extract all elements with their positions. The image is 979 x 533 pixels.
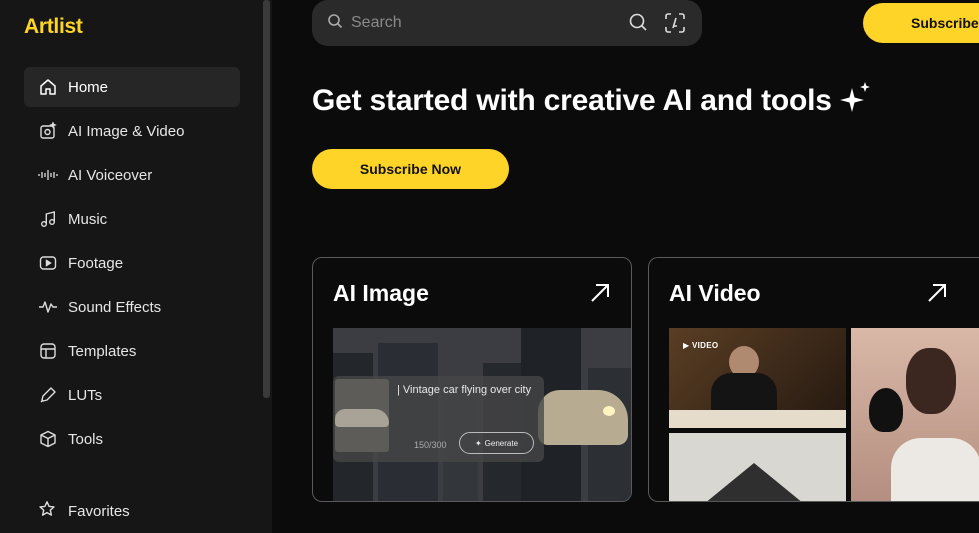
arrow-up-right-icon[interactable] [926,282,948,309]
subscribe-now-button[interactable]: Subscribe Now [312,149,509,189]
image-search-icon[interactable] [664,12,686,39]
sidebar-item-label: LUTs [68,386,103,404]
waveform-icon [38,165,58,185]
video-thumbnail-mountain [669,433,846,501]
sidebar-item-music[interactable]: Music [24,199,240,239]
sidebar-item-label: Favorites [68,503,130,520]
sidebar-item-label: Sound Effects [68,298,162,316]
pulse-icon [38,297,58,317]
sidebar-item-home[interactable]: Home [24,67,240,107]
sidebar-item-ai-image-video[interactable]: AI Image & Video [24,111,240,151]
sidebar-item-favorites[interactable]: Favorites [38,500,130,523]
ai-image-preview: | Vintage car flying over city 150/300 ✦… [333,328,631,501]
card-title: AI Video [669,280,761,306]
music-note-icon [38,209,58,229]
page-headline: Get started with creative AI and tools [312,80,872,122]
sidebar-item-ai-voiceover[interactable]: AI Voiceover [24,155,240,195]
search-icon [327,13,343,34]
ai-image-card[interactable]: AI Image | Vintage car flying over city … [312,257,632,502]
sidebar-item-sound-effects[interactable]: Sound Effects [24,287,240,327]
artlist-logo[interactable]: Artlist [24,15,83,39]
search-bar [312,0,702,46]
ai-video-preview: ▶ VIDEO [669,328,979,501]
sidebar-item-label: Footage [68,254,124,272]
sidebar-item-footage[interactable]: Footage [24,243,240,283]
home-icon [38,77,58,97]
arrow-up-right-icon[interactable] [589,282,611,309]
character-count: 150/300 [414,440,447,450]
video-badge: ▶ VIDEO [683,341,719,350]
ai-search-icon[interactable] [628,12,648,39]
search-input[interactable] [351,14,611,32]
generate-panel: | Vintage car flying over city 150/300 ✦… [333,376,544,462]
sidebar: Artlist Home AI Image & Video AI Voiceov… [0,0,272,533]
generate-button[interactable]: ✦ Generate [459,432,534,454]
video-thumbnail-portrait [851,328,979,501]
sidebar-item-tools[interactable]: Tools [24,419,240,459]
sidebar-item-label: Music [68,210,108,228]
sparkle-icon: ✦ [474,438,482,448]
sidebar-item-templates[interactable]: Templates [24,331,240,371]
sidebar-item-luts[interactable]: LUTs [24,375,240,415]
cube-icon [38,429,58,449]
subscribe-button[interactable]: Subscribe [863,3,979,43]
sidebar-item-label: Templates [68,342,137,360]
ai-image-video-icon [38,121,58,141]
eyedropper-icon [38,385,58,405]
ai-video-card[interactable]: AI Video ▶ VIDEO [648,257,979,502]
video-thumbnail-dinner: ▶ VIDEO [669,328,846,428]
generate-label: Generate [484,438,519,448]
sidebar-item-label: Tools [68,430,104,448]
prompt-thumbnail [335,379,389,452]
sidebar-item-label: Home [68,78,109,96]
play-box-icon [38,253,58,273]
headline-text: Get started with creative AI and tools [312,84,832,117]
template-icon [38,341,58,361]
star-icon [38,500,56,523]
sidebar-item-label: AI Image & Video [68,122,185,140]
prompt-text: | Vintage car flying over city [397,384,532,396]
sidebar-item-label: AI Voiceover [68,166,153,184]
sidebar-scrollbar[interactable] [263,0,270,398]
video-badge-label: VIDEO [691,341,719,350]
card-title: AI Image [333,280,429,306]
sparkle-icon [832,80,872,122]
